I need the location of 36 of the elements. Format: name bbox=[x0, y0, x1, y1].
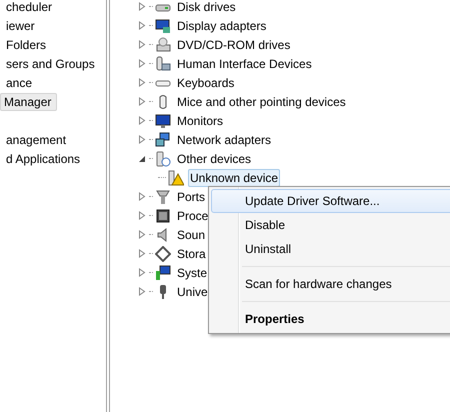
device-category[interactable]: Unive bbox=[175, 282, 210, 300]
console-tree-item[interactable]: iewer bbox=[2, 16, 41, 34]
diamond-icon bbox=[155, 246, 171, 262]
monitor-icon bbox=[155, 18, 171, 34]
console-tree-item[interactable]: ance bbox=[2, 74, 38, 92]
expand-arrow-icon[interactable] bbox=[138, 154, 146, 163]
network-icon bbox=[155, 132, 171, 148]
console-tree-item[interactable]: Folders bbox=[2, 36, 52, 54]
monitor-icon bbox=[155, 112, 171, 128]
menu-item[interactable]: Disable bbox=[211, 213, 450, 237]
device-category[interactable]: Monitors bbox=[175, 112, 226, 130]
device-category[interactable]: Disk drives bbox=[175, 0, 238, 16]
menu-item[interactable]: Update Driver Software... bbox=[211, 189, 450, 213]
chip-icon bbox=[155, 208, 171, 224]
console-tree-item[interactable]: Manager bbox=[0, 92, 58, 110]
device-category[interactable]: Syste bbox=[175, 264, 210, 282]
device-category[interactable]: Human Interface Devices bbox=[175, 54, 314, 72]
device-category[interactable]: Keyboards bbox=[175, 74, 236, 92]
console-tree-item[interactable]: d Applications bbox=[2, 150, 86, 168]
device-category[interactable]: Display adapters bbox=[175, 16, 268, 34]
menu-item[interactable]: Properties bbox=[211, 307, 450, 331]
menu-item[interactable]: Scan for hardware changes bbox=[211, 272, 450, 296]
device-category[interactable]: Stora bbox=[175, 244, 208, 262]
console-tree-item[interactable]: cheduler bbox=[2, 0, 58, 16]
menu-item[interactable]: Uninstall bbox=[211, 237, 450, 261]
device-category[interactable]: DVD/CD-ROM drives bbox=[175, 36, 292, 54]
console-tree-item[interactable]: anagement bbox=[2, 130, 72, 148]
device-category[interactable]: Soun bbox=[175, 226, 208, 244]
device-category[interactable]: Other devices bbox=[175, 150, 254, 168]
device-category[interactable]: Network adapters bbox=[175, 130, 274, 148]
warning-device-icon bbox=[168, 170, 184, 186]
device-category[interactable]: Ports bbox=[175, 188, 208, 206]
device-category[interactable]: Proce bbox=[175, 206, 210, 224]
device-category[interactable]: Mice and other pointing devices bbox=[175, 92, 348, 110]
device-item[interactable]: Unknown device bbox=[188, 168, 280, 186]
console-tree-item[interactable]: sers and Groups bbox=[2, 54, 101, 72]
